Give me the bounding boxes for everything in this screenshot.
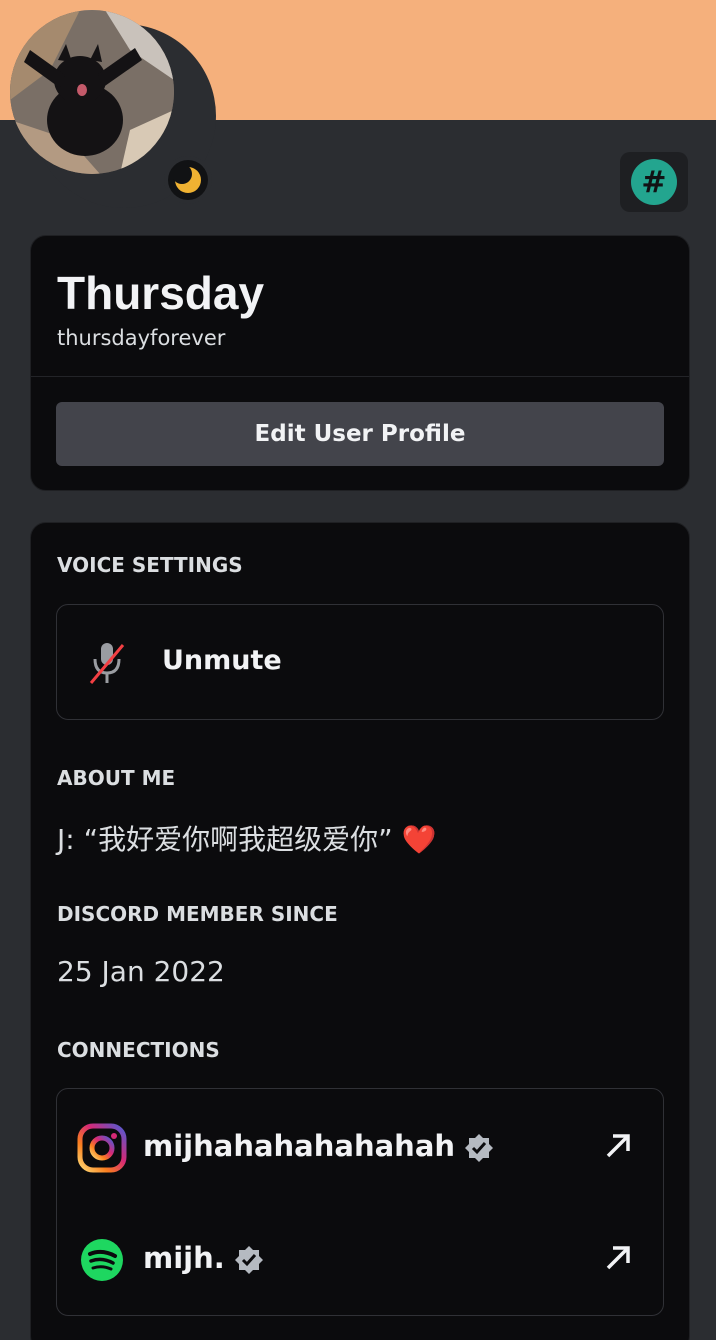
member-since-date: 25 Jan 2022	[57, 955, 225, 988]
instagram-handle: mijhahahahahahah	[143, 1129, 456, 1163]
external-link-icon[interactable]	[603, 1131, 633, 1161]
about-me-body: J: “我好爱你啊我超级爱你”	[57, 823, 393, 856]
moon-idle-icon	[168, 160, 208, 200]
unmute-button[interactable]: Unmute	[56, 604, 664, 720]
verified-icon	[465, 1134, 494, 1162]
connection-name: mijh.	[143, 1241, 265, 1276]
voice-settings-heading: VOICE SETTINGS	[57, 553, 243, 577]
microphone-muted-icon	[89, 643, 125, 684]
about-me-text: J: “我好爱你啊我超级爱你” ❤️	[57, 818, 436, 858]
connections-heading: CONNECTIONS	[57, 1038, 220, 1062]
display-name: Thursday	[57, 267, 265, 319]
heart-emoji: ❤️	[401, 823, 437, 856]
edit-profile-button[interactable]: Edit User Profile	[56, 402, 664, 466]
connection-name: mijhahahahahahah	[143, 1129, 495, 1164]
connection-spotify[interactable]: mijh.	[57, 1229, 663, 1289]
about-me-heading: ABOUT ME	[57, 766, 176, 790]
avatar[interactable]	[10, 10, 174, 174]
spotify-handle: mijh.	[143, 1241, 225, 1275]
connections-list: mijhahahahahahah mijh.	[56, 1088, 664, 1316]
hashtag-badge-icon[interactable]: #	[620, 152, 688, 212]
username: thursdayforever	[57, 326, 226, 350]
divider	[31, 376, 689, 377]
badge-circle: #	[631, 159, 677, 205]
external-link-icon[interactable]	[603, 1243, 633, 1273]
member-since-heading: DISCORD MEMBER SINCE	[57, 902, 338, 926]
verified-icon	[234, 1246, 263, 1274]
instagram-icon	[77, 1123, 127, 1173]
spotify-icon	[81, 1239, 123, 1281]
info-card: VOICE SETTINGS Unmute ABOUT ME J: “我好爱你啊…	[30, 522, 690, 1340]
user-card: Thursday thursdayforever Edit User Profi…	[30, 235, 690, 491]
avatar-cat-photo	[10, 10, 174, 174]
unmute-label: Unmute	[162, 645, 282, 676]
connection-instagram[interactable]: mijhahahahahahah	[57, 1117, 663, 1177]
